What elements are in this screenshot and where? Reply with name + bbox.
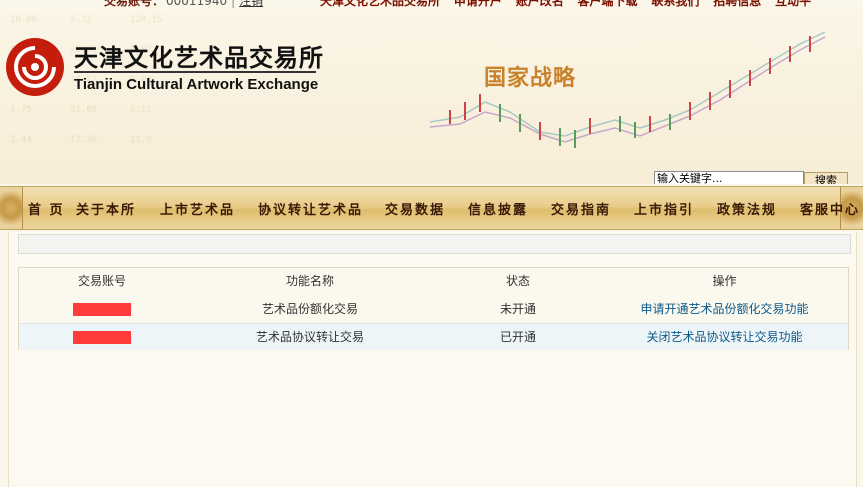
action-link[interactable]: 关闭艺术品协议转让交易功能 bbox=[601, 324, 848, 350]
table-row: 艺术品协议转让交易 已开通 关闭艺术品协议转让交易功能 bbox=[19, 323, 848, 350]
header-action: 操作 bbox=[712, 274, 737, 288]
logo-mark-icon bbox=[6, 38, 64, 96]
top-link-client-download[interactable]: 客户端下载 bbox=[578, 0, 638, 8]
logout-link[interactable]: 注销 bbox=[239, 0, 263, 8]
search-button[interactable]: 搜索 bbox=[804, 172, 848, 184]
site-header: 10.005.32128.15 8.8126.503.07 1.9014.229… bbox=[0, 12, 863, 184]
logo-divider bbox=[74, 71, 316, 73]
search-input[interactable] bbox=[654, 171, 804, 184]
top-link-open-account[interactable]: 申请开户 bbox=[454, 0, 502, 8]
nav-item-disclosure[interactable]: 信息披露 bbox=[468, 199, 528, 218]
nav-item-agreement-transfer[interactable]: 协议转让艺术品 bbox=[258, 199, 363, 218]
account-number: 00011940 bbox=[166, 0, 228, 8]
nav-item-trading-guide[interactable]: 交易指南 bbox=[551, 199, 611, 218]
main-nav: 首 页 关于本所 上市艺术品 协议转让艺术品 交易数据 信息披露 交易指南 上市… bbox=[0, 186, 863, 230]
info-bar bbox=[18, 234, 851, 254]
svg-text:4.75: 4.75 bbox=[10, 105, 32, 115]
header-function: 功能名称 bbox=[285, 274, 334, 288]
nav-item-listing-guide[interactable]: 上市指引 bbox=[634, 199, 694, 218]
header-status: 状态 bbox=[505, 274, 530, 288]
nav-item-listed-art[interactable]: 上市艺术品 bbox=[160, 199, 235, 218]
separator: | bbox=[231, 0, 236, 8]
top-link-contact[interactable]: 联系我们 bbox=[651, 0, 699, 8]
logo-title-en: Tianjin Cultural Artwork Exchange bbox=[74, 76, 319, 93]
nav-item-about[interactable]: 关于本所 bbox=[76, 199, 136, 218]
svg-text:6.12: 6.12 bbox=[130, 105, 152, 115]
top-link-interactive[interactable]: 互动平 bbox=[775, 0, 811, 8]
stock-chart-decoration bbox=[429, 32, 826, 148]
svg-text:5.32: 5.32 bbox=[70, 15, 92, 25]
account-cell bbox=[19, 296, 185, 322]
status-cell: 未开通 bbox=[499, 302, 536, 316]
svg-text:2.44: 2.44 bbox=[10, 135, 32, 145]
svg-text:11.9: 11.9 bbox=[130, 135, 152, 145]
top-links: 天津文化艺术品交易所 申请开户 账户改名 客户端下载 联系我们 招聘信息 互动平 bbox=[320, 0, 821, 7]
nav-item-trading-data[interactable]: 交易数据 bbox=[385, 199, 445, 218]
nav-item-home[interactable]: 首 页 bbox=[28, 199, 65, 218]
account-label: 交易账号： bbox=[104, 0, 165, 8]
svg-text:17.36: 17.36 bbox=[70, 135, 97, 145]
table-row: 艺术品份额化交易 未开通 申请开通艺术品份额化交易功能 bbox=[19, 296, 848, 322]
top-link-rename-account[interactable]: 账户改名 bbox=[516, 0, 564, 8]
svg-text:128.15: 128.15 bbox=[130, 15, 163, 25]
nav-ornament-left-icon bbox=[0, 187, 23, 229]
svg-text:31.08: 31.08 bbox=[70, 105, 97, 115]
function-cell: 艺术品份额化交易 bbox=[261, 302, 358, 316]
top-link-jobs[interactable]: 招聘信息 bbox=[713, 0, 761, 8]
nav-item-service-center[interactable]: 客服中心 bbox=[800, 199, 860, 218]
function-table: 交易账号 功能名称 状态 操作 艺术品份额化交易 未开通 申请开通艺术品份额化交… bbox=[18, 267, 849, 350]
account-info: 交易账号： 00011940 | 注销 bbox=[104, 0, 263, 7]
top-bar: 交易账号： 00011940 | 注销 天津文化艺术品交易所 申请开户 账户改名 客户… bbox=[0, 0, 863, 12]
svg-text:10.00: 10.00 bbox=[10, 15, 37, 25]
header-account: 交易账号 bbox=[77, 274, 126, 288]
status-cell: 已开通 bbox=[499, 330, 536, 344]
top-link-home[interactable]: 天津文化艺术品交易所 bbox=[320, 0, 440, 8]
slogan: 国家战略 bbox=[484, 66, 577, 91]
nav-item-policies[interactable]: 政策法规 bbox=[717, 199, 777, 218]
redacted-account bbox=[73, 331, 131, 344]
redacted-account bbox=[73, 303, 131, 316]
function-cell: 艺术品协议转让交易 bbox=[255, 330, 364, 344]
account-cell bbox=[19, 324, 185, 350]
main-content: 交易账号 功能名称 状态 操作 艺术品份额化交易 未开通 申请开通艺术品份额化交… bbox=[8, 232, 857, 487]
logo-title-cn: 天津文化艺术品交易所 bbox=[74, 43, 324, 72]
action-link[interactable]: 申请开通艺术品份额化交易功能 bbox=[601, 296, 848, 322]
table-header-row: 交易账号 功能名称 状态 操作 bbox=[19, 268, 848, 294]
